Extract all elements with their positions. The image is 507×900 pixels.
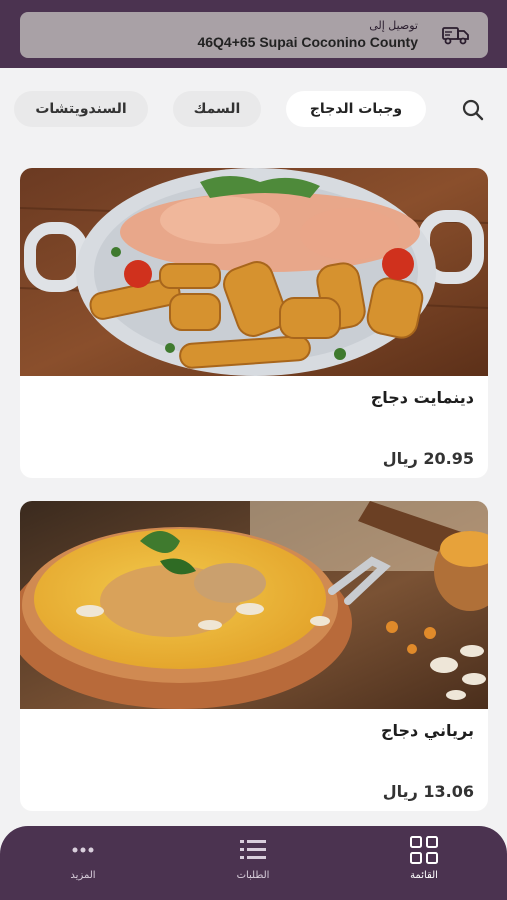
more-icon bbox=[72, 847, 94, 853]
search-icon[interactable] bbox=[460, 97, 486, 123]
truck-icon bbox=[442, 27, 469, 45]
bottom-nav: القائمة الطلبات المزيد bbox=[0, 826, 507, 900]
delivery-location-selector[interactable]: توصيل إلى 46Q4+65 Supai Coconino County bbox=[20, 12, 488, 58]
grid-icon bbox=[410, 836, 438, 864]
nav-menu[interactable]: القائمة bbox=[384, 834, 464, 890]
category-chicken-meals[interactable]: وجبات الدجاج bbox=[286, 91, 426, 127]
product-image bbox=[20, 168, 488, 376]
product-card[interactable]: برياني دجاج 13.06 ريال bbox=[20, 501, 488, 811]
product-name: برياني دجاج bbox=[380, 721, 474, 740]
delivery-address: 46Q4+65 Supai Coconino County bbox=[197, 34, 418, 50]
category-fish[interactable]: السمك bbox=[173, 91, 261, 127]
nav-orders[interactable]: الطلبات bbox=[213, 834, 293, 890]
product-name: دينمايت دجاج bbox=[370, 388, 474, 407]
category-bar: وجبات الدجاج السمك السندويتشات bbox=[0, 88, 507, 130]
nav-orders-label: الطلبات bbox=[236, 870, 270, 881]
product-card[interactable]: دينمايت دجاج 20.95 ريال bbox=[20, 168, 488, 478]
nav-more[interactable]: المزيد bbox=[43, 834, 123, 890]
nav-menu-label: القائمة bbox=[410, 870, 438, 881]
product-price: 20.95 ريال bbox=[382, 449, 474, 468]
nav-more-label: المزيد bbox=[70, 870, 96, 881]
product-image bbox=[20, 501, 488, 709]
category-sandwiches[interactable]: السندويتشات bbox=[14, 91, 148, 127]
list-icon bbox=[240, 840, 266, 859]
product-price: 13.06 ريال bbox=[382, 782, 474, 801]
delivery-label: توصيل إلى bbox=[369, 19, 418, 32]
header: توصيل إلى 46Q4+65 Supai Coconino County bbox=[0, 0, 507, 68]
